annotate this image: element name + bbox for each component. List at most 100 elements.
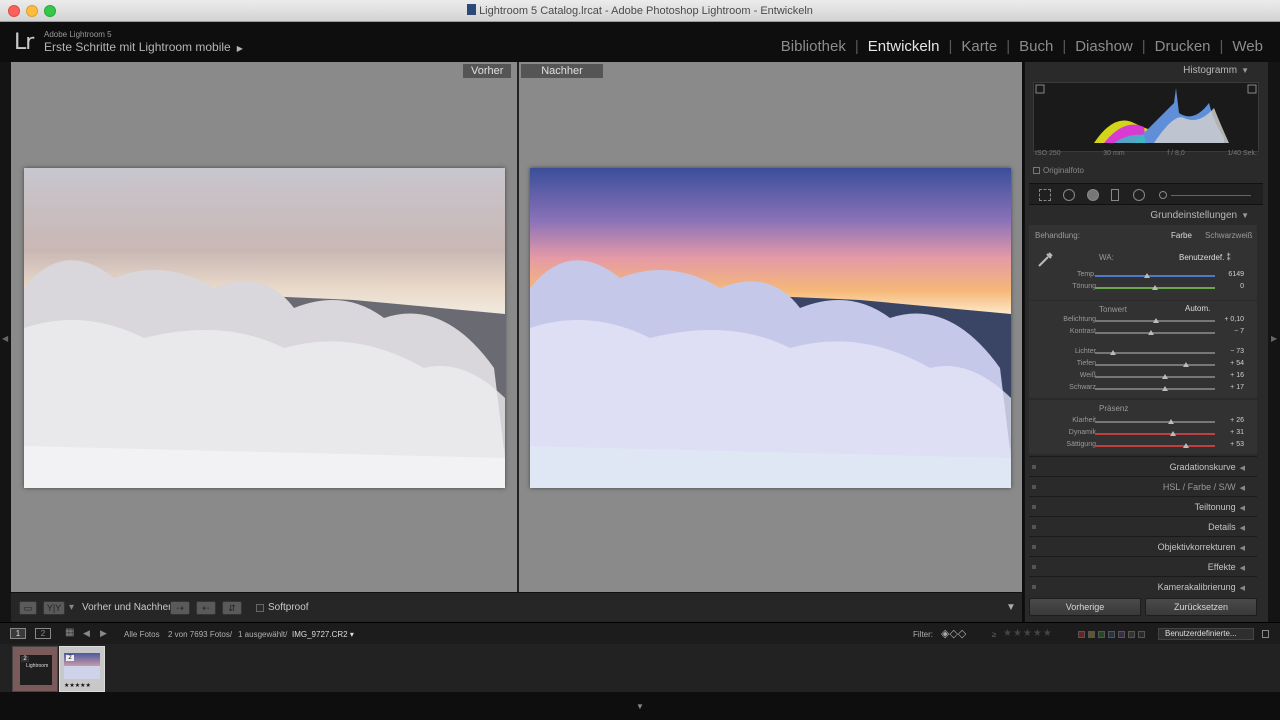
basic-header[interactable]: Grundeinstellungen ▼ (1025, 207, 1261, 225)
slider-track[interactable] (1095, 318, 1215, 323)
panel-switch-icon[interactable] (1032, 565, 1036, 569)
toolbar-menu-icon[interactable]: ▼ (1006, 602, 1016, 613)
slider-value[interactable]: 0 (1240, 283, 1244, 290)
primary-window-button[interactable]: 1 (10, 628, 26, 639)
module-web[interactable]: Web (1223, 38, 1272, 55)
color-filter-purple[interactable] (1118, 631, 1125, 638)
slider-track[interactable] (1095, 330, 1215, 335)
slider-knob[interactable] (1167, 419, 1174, 424)
treatment-color-option[interactable]: Farbe (1171, 231, 1192, 240)
color-filter-red[interactable] (1078, 631, 1085, 638)
filter-lock-icon[interactable] (1262, 630, 1269, 638)
slider-value[interactable]: 6149 (1228, 271, 1244, 278)
color-filter-yellow[interactable] (1088, 631, 1095, 638)
right-panel-toggle[interactable]: ▶ (1268, 62, 1280, 622)
softproof-checkbox[interactable] (256, 604, 264, 612)
hsl-panel[interactable]: HSL / Farbe / S/W ◀ (1029, 476, 1257, 496)
brush-slider[interactable] (1171, 195, 1251, 196)
collapse-filmstrip-icon[interactable]: ▼ (636, 702, 644, 711)
color-filter-none[interactable] (1128, 631, 1135, 638)
slider-track[interactable] (1095, 374, 1215, 379)
loupe-view-button[interactable]: ▭ (19, 601, 37, 615)
slider-track[interactable] (1095, 350, 1215, 355)
module-develop[interactable]: Entwickeln (859, 38, 949, 55)
filmstrip-thumb-2[interactable]: 2 ★★★★★ (59, 646, 105, 692)
copy-after-to-before-button[interactable]: ⇠ (196, 601, 216, 615)
panel-switch-icon[interactable] (1032, 485, 1036, 489)
color-filter-green[interactable] (1098, 631, 1105, 638)
slider-knob[interactable] (1183, 443, 1190, 448)
panel-switch-icon[interactable] (1032, 545, 1036, 549)
slider-knob[interactable] (1152, 285, 1158, 290)
slider-knob[interactable] (1153, 318, 1160, 323)
previous-settings-button[interactable]: Vorherige (1029, 598, 1141, 616)
original-checkbox[interactable] (1033, 167, 1040, 174)
copy-before-to-after-button[interactable]: ⇢ (170, 601, 190, 615)
slider-track[interactable] (1095, 443, 1215, 448)
treatment-bw-option[interactable]: Schwarzweiß (1205, 231, 1253, 240)
slider-value[interactable]: + 16 (1230, 372, 1244, 379)
radial-filter-icon[interactable] (1133, 189, 1145, 201)
slider-knob[interactable] (1143, 273, 1150, 278)
original-photo-toggle[interactable]: Originalfoto (1033, 166, 1084, 175)
slider-track[interactable] (1095, 273, 1215, 278)
slider-track[interactable] (1095, 285, 1215, 290)
panel-switch-icon[interactable] (1032, 525, 1036, 529)
secondary-window-button[interactable]: 2 (35, 628, 51, 639)
crop-tool-icon[interactable] (1039, 189, 1051, 201)
histogram-header[interactable]: Histogramm ▼ (1025, 62, 1261, 80)
reset-button[interactable]: Zurücksetzen (1145, 598, 1257, 616)
slider-track[interactable] (1095, 419, 1215, 424)
slider-knob[interactable] (1170, 431, 1176, 436)
slider-value[interactable]: + 17 (1230, 384, 1244, 391)
slider-value[interactable]: + 54 (1230, 360, 1244, 367)
swap-before-after-button[interactable]: ⇵ (222, 601, 242, 615)
slider-value[interactable]: + 53 (1230, 441, 1244, 448)
camera-calibration-panel[interactable]: Kamerakalibrierung ◀ (1029, 576, 1257, 596)
module-book[interactable]: Buch (1010, 38, 1062, 55)
grid-view-icon[interactable]: ▦ (65, 627, 74, 638)
back-arrow-icon[interactable]: ◀ (83, 628, 90, 639)
red-eye-tool-icon[interactable] (1087, 189, 1099, 201)
after-photo[interactable] (530, 168, 1011, 488)
graduated-filter-icon[interactable] (1111, 189, 1119, 201)
identity-title[interactable]: Erste Schritte mit Lightroom mobile ▶ (44, 40, 243, 54)
filename-dropdown[interactable]: IMG_9727.CR2 ▾ (292, 630, 354, 639)
slider-value[interactable]: − 7 (1234, 328, 1244, 335)
slider-knob[interactable] (1161, 386, 1168, 391)
left-panel-toggle[interactable]: ◀ (0, 62, 11, 622)
rating-filter-stars[interactable]: ★★★★★ (1003, 628, 1053, 639)
module-map[interactable]: Karte (952, 38, 1006, 55)
flag-filter-icons[interactable]: ◈◇◇ (941, 627, 966, 640)
slider-value[interactable]: + 0,10 (1224, 316, 1244, 323)
module-library[interactable]: Bibliothek (772, 38, 855, 55)
panel-switch-icon[interactable] (1032, 585, 1036, 589)
panel-switch-icon[interactable] (1032, 505, 1036, 509)
tone-curve-panel[interactable]: Gradationskurve ◀ (1029, 456, 1257, 476)
slider-track[interactable] (1095, 386, 1215, 391)
source-label[interactable]: Alle Fotos (124, 630, 160, 639)
color-filter-other[interactable] (1138, 631, 1145, 638)
slider-knob[interactable] (1110, 350, 1116, 355)
slider-knob[interactable] (1148, 330, 1155, 335)
details-panel[interactable]: Details ◀ (1029, 516, 1257, 536)
slider-track[interactable] (1095, 362, 1215, 367)
auto-tone-button[interactable]: Autom. (1185, 304, 1210, 313)
slider-value[interactable]: + 31 (1230, 429, 1244, 436)
spot-removal-tool-icon[interactable] (1063, 189, 1075, 201)
custom-filter-dropdown[interactable]: Benutzerdefinierte... (1158, 628, 1254, 640)
wb-dropdown[interactable]: Benutzerdef. ⁑ (1179, 253, 1231, 262)
forward-arrow-icon[interactable]: ▶ (100, 628, 107, 639)
before-after-view-button[interactable]: Y|Y (43, 601, 65, 615)
adjustment-brush-icon[interactable] (1159, 191, 1167, 199)
module-print[interactable]: Drucken (1146, 38, 1220, 55)
module-slideshow[interactable]: Diashow (1066, 38, 1142, 55)
slider-knob[interactable] (1183, 362, 1190, 367)
panel-switch-icon[interactable] (1032, 465, 1036, 469)
before-photo[interactable] (24, 168, 505, 488)
filmstrip-thumb-1[interactable]: 2 Lightroom (12, 646, 58, 692)
color-filter-blue[interactable] (1108, 631, 1115, 638)
slider-value[interactable]: − 73 (1230, 348, 1244, 355)
rating-operator[interactable]: ≥ (992, 630, 996, 639)
slider-value[interactable]: + 26 (1230, 417, 1244, 424)
